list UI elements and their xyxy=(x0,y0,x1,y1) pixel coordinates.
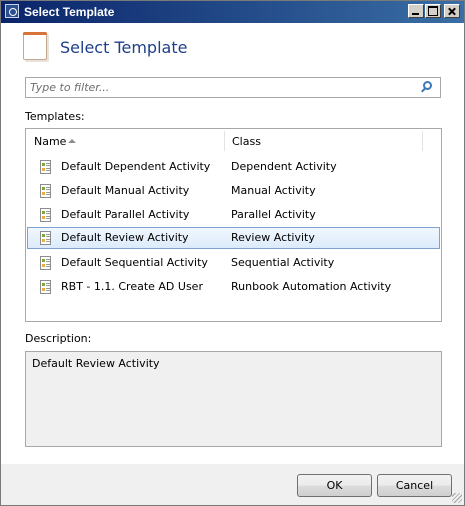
description-box: Default Review Activity xyxy=(25,351,442,447)
title-bar[interactable]: Select Template xyxy=(1,1,464,23)
template-item-icon xyxy=(40,231,51,245)
template-icon xyxy=(23,32,47,60)
description-label: Description: xyxy=(25,332,92,345)
description-text: Default Review Activity xyxy=(32,357,160,370)
row-name: Default Manual Activity xyxy=(61,184,190,197)
dialog-footer: OK Cancel xyxy=(1,464,464,505)
sort-ascending-icon xyxy=(68,139,76,143)
column-divider[interactable] xyxy=(422,131,423,151)
template-item-icon xyxy=(40,160,51,174)
row-class: Parallel Activity xyxy=(231,208,316,221)
template-item-icon xyxy=(40,280,51,294)
template-item-icon xyxy=(40,256,51,270)
search-icon[interactable] xyxy=(423,81,432,90)
row-class: Review Activity xyxy=(231,231,315,244)
column-header-name[interactable]: Name xyxy=(34,129,66,155)
row-class: Sequential Activity xyxy=(231,256,335,269)
table-row[interactable]: Default Dependent Activity Dependent Act… xyxy=(27,156,440,178)
row-name: Default Dependent Activity xyxy=(61,160,211,173)
row-class: Dependent Activity xyxy=(231,160,337,173)
ok-button[interactable]: OK xyxy=(297,474,372,497)
close-button[interactable] xyxy=(444,4,460,18)
template-item-icon xyxy=(40,208,51,222)
resize-grip[interactable] xyxy=(452,493,462,503)
row-name: Default Parallel Activity xyxy=(61,208,190,221)
templates-list[interactable]: Name Class Default Dependent Activity De… xyxy=(25,128,442,322)
template-item-icon xyxy=(40,184,51,198)
filter-box[interactable] xyxy=(25,77,441,98)
table-row[interactable]: RBT - 1.1. Create AD User Runbook Automa… xyxy=(27,276,440,298)
cancel-button[interactable]: Cancel xyxy=(377,474,452,497)
app-icon xyxy=(5,4,19,18)
table-row[interactable]: Default Parallel Activity Parallel Activ… xyxy=(27,204,440,226)
minimize-button[interactable] xyxy=(408,4,424,18)
filter-input[interactable] xyxy=(30,80,410,95)
table-row-selected[interactable]: Default Review Activity Review Activity xyxy=(27,227,440,249)
row-name: RBT - 1.1. Create AD User xyxy=(61,280,203,293)
row-class: Runbook Automation Activity xyxy=(231,280,392,293)
table-row[interactable]: Default Sequential Activity Sequential A… xyxy=(27,252,440,274)
column-header-class[interactable]: Class xyxy=(232,129,261,155)
page-title: Select Template xyxy=(60,38,188,57)
select-template-dialog: Select Template Select Template Template… xyxy=(0,0,465,506)
row-name: Default Review Activity xyxy=(61,231,189,244)
templates-label: Templates: xyxy=(25,110,85,123)
table-row[interactable]: Default Manual Activity Manual Activity xyxy=(27,180,440,202)
row-name: Default Sequential Activity xyxy=(61,256,208,269)
row-class: Manual Activity xyxy=(231,184,316,197)
window-title: Select Template xyxy=(24,5,115,19)
maximize-button[interactable] xyxy=(425,4,441,18)
column-divider[interactable] xyxy=(224,131,225,151)
